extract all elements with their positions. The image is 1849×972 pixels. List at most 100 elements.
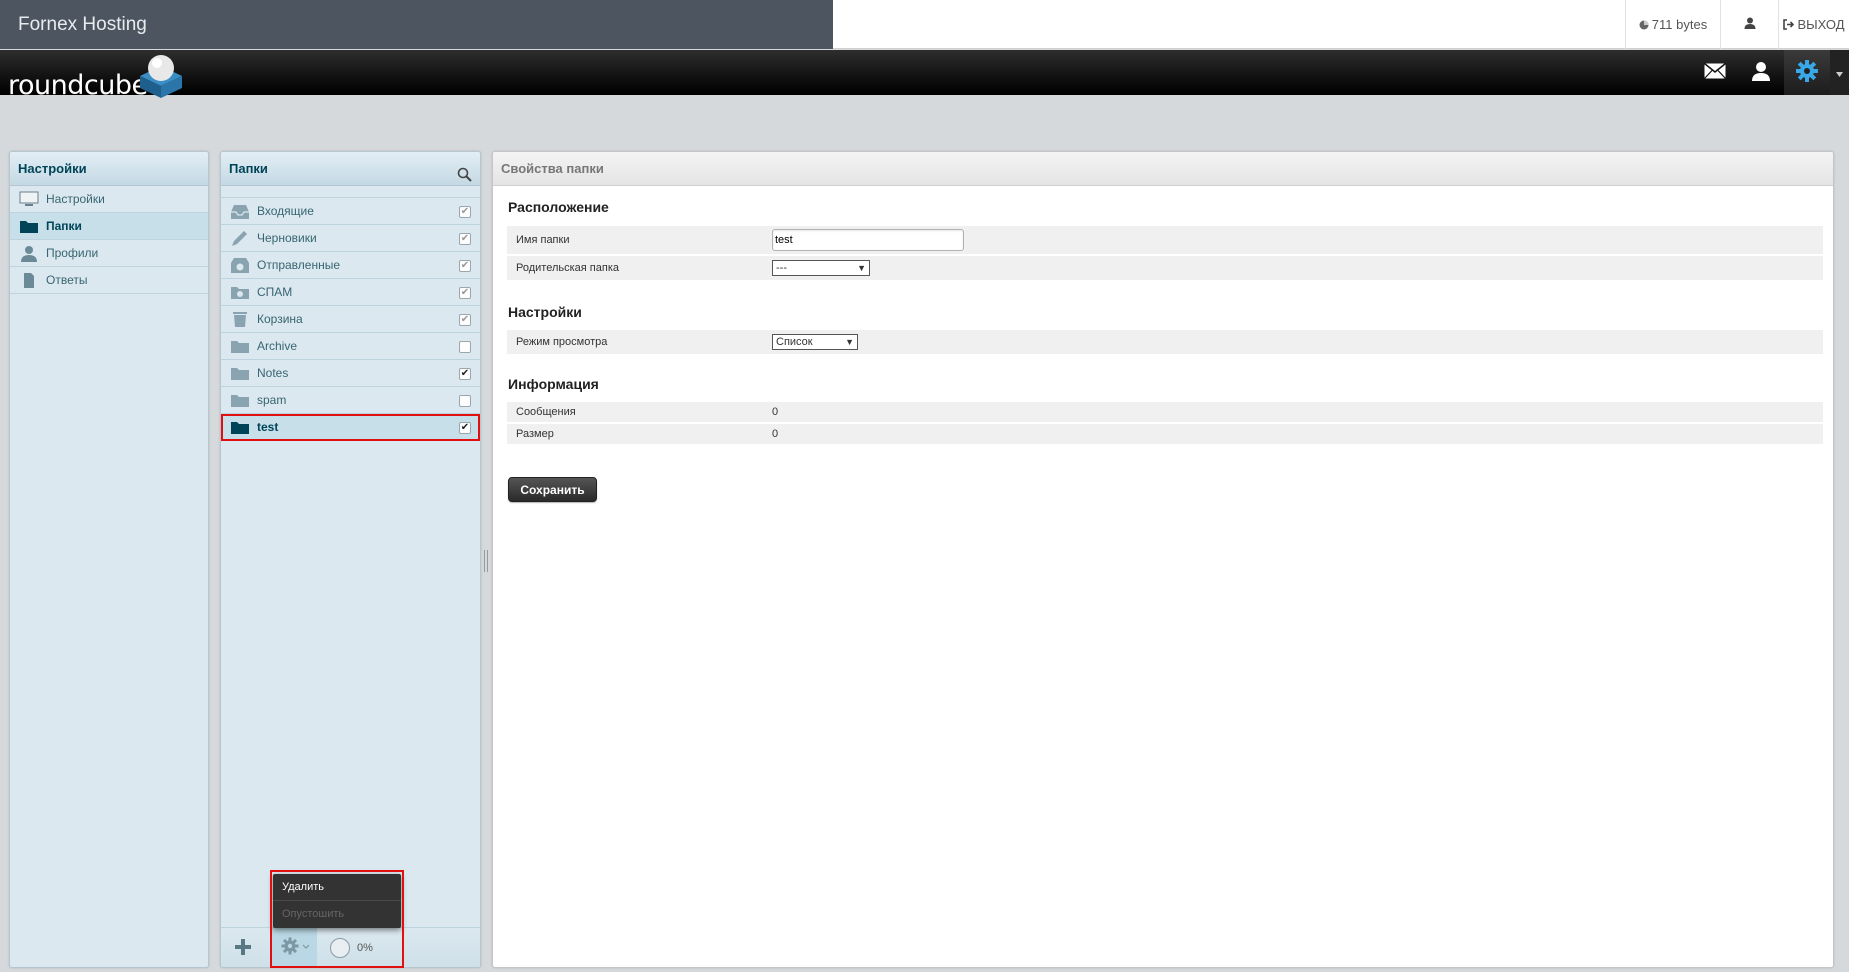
settings-button[interactable]: [1784, 50, 1830, 95]
logout-icon: [1783, 1, 1795, 50]
section-folders[interactable]: Папки: [10, 213, 208, 240]
monitor-icon: [19, 191, 39, 208]
gear-icon: [1795, 59, 1819, 86]
folder-label: test: [257, 420, 279, 434]
folder-label: Archive: [257, 339, 298, 353]
folder-row[interactable]: spam: [221, 387, 480, 414]
subscribe-checkbox: ✔: [459, 287, 471, 299]
inbox-icon: [230, 203, 250, 220]
parent-folder-select[interactable]: --- ▼: [772, 260, 870, 276]
user-icon: [1751, 61, 1771, 84]
folder-label: СПАМ: [257, 285, 293, 299]
messages-value: 0: [772, 406, 779, 418]
folder-name-input[interactable]: [772, 229, 964, 251]
roundcube-header: roundcube: [0, 50, 1849, 101]
contacts-button[interactable]: [1738, 50, 1784, 95]
trash-icon: [230, 311, 250, 328]
save-button[interactable]: Сохранить: [508, 477, 597, 502]
folder-icon: [230, 365, 250, 382]
panel-splitter[interactable]: [484, 550, 488, 572]
section-preferences[interactable]: Настройки: [10, 186, 208, 213]
messages-row: Сообщения 0: [507, 402, 1823, 422]
cube-logo-icon: [136, 50, 186, 103]
folder-row[interactable]: СПАМ ✔: [221, 279, 480, 306]
hosting-brand[interactable]: Fornex Hosting: [0, 0, 833, 49]
view-mode-value: Список: [776, 336, 813, 348]
folder-row[interactable]: Черновики ✔: [221, 225, 480, 252]
subscribe-checkbox[interactable]: ✔: [459, 368, 471, 380]
view-mode-row: Режим просмотра Список ▼: [507, 330, 1823, 354]
folder-row[interactable]: Входящие ✔: [221, 198, 480, 225]
subscribe-checkbox[interactable]: ✔: [459, 422, 471, 434]
messages-label: Сообщения: [516, 406, 576, 418]
junk-icon: [230, 284, 250, 301]
folder-name-row: Имя папки: [507, 226, 1823, 254]
folders-panel-title: Папки: [221, 152, 480, 186]
folder-row[interactable]: Notes ✔: [221, 360, 480, 387]
subscribe-checkbox: ✔: [459, 206, 471, 218]
more-menu-button[interactable]: [1830, 50, 1849, 95]
highlight-annotation: [270, 870, 404, 968]
section-label: Настройки: [46, 192, 105, 206]
view-mode-label: Режим просмотра: [516, 336, 608, 348]
search-icon[interactable]: [457, 161, 472, 195]
folder-row[interactable]: Отправленные ✔: [221, 252, 480, 279]
pencil-icon: [230, 230, 250, 247]
folder-properties-title: Свойства папки: [493, 152, 1833, 186]
add-folder-button[interactable]: [233, 937, 253, 960]
logout-button[interactable]: ВЫХОД: [1778, 0, 1849, 49]
folder-icon: [230, 419, 250, 436]
section-label: Папки: [46, 219, 82, 233]
mail-button[interactable]: [1692, 50, 1738, 95]
logout-label: ВЫХОД: [1797, 17, 1845, 32]
folders-panel: Папки Входящие ✔ Черновики ✔ Отправленны…: [220, 151, 481, 968]
settings-sections-panel: Настройки Настройки Папки Профили Ответы: [9, 151, 209, 968]
sent-icon: [230, 257, 250, 274]
folders-title-text: Папки: [229, 161, 268, 176]
folder-label: Корзина: [257, 312, 303, 326]
size-label: Размер: [516, 428, 554, 440]
person-icon: [19, 245, 39, 262]
info-section-title: Информация: [508, 376, 599, 392]
subscribe-checkbox: ✔: [459, 233, 471, 245]
logo-text: roundcube: [8, 70, 148, 101]
quota-text: 711 bytes: [1651, 17, 1708, 32]
folder-row[interactable]: Корзина ✔: [221, 306, 480, 333]
section-identities[interactable]: Профили: [10, 240, 208, 267]
section-responses[interactable]: Ответы: [10, 267, 208, 294]
subscribe-checkbox: ✔: [459, 260, 471, 272]
location-section-title: Расположение: [508, 199, 609, 215]
pie-chart-icon: [1639, 1, 1649, 50]
account-button[interactable]: [1720, 0, 1778, 49]
folder-label: Черновики: [257, 231, 317, 245]
folder-icon: [19, 218, 39, 235]
folder-label: Отправленные: [257, 258, 341, 272]
folder-list: Входящие ✔ Черновики ✔ Отправленные ✔ СП…: [221, 197, 480, 441]
subscribe-checkbox[interactable]: [459, 395, 471, 407]
folder-icon: [230, 338, 250, 355]
settings-section-title: Настройки: [508, 304, 582, 320]
size-value: 0: [772, 428, 779, 440]
folder-properties-panel: Свойства папки Расположение Имя папки Ро…: [492, 151, 1834, 968]
quota-indicator[interactable]: 711 bytes: [1625, 0, 1720, 49]
parent-folder-row: Родительская папка --- ▼: [507, 256, 1823, 280]
document-icon: [19, 272, 39, 289]
size-row: Размер 0: [507, 424, 1823, 444]
folder-label: spam: [257, 393, 287, 407]
folder-row[interactable]: Archive: [221, 333, 480, 360]
folder-label: Входящие: [257, 204, 314, 218]
subscribe-checkbox[interactable]: [459, 341, 471, 353]
settings-sections-list: Настройки Папки Профили Ответы: [10, 186, 208, 294]
envelope-icon: [1704, 62, 1726, 82]
plus-icon: [233, 939, 253, 960]
dropdown-arrow-icon: ▼: [857, 263, 866, 273]
caret-down-icon: [1836, 65, 1843, 80]
hosting-top-bar: Fornex Hosting 711 bytes ВЫХОД: [0, 0, 1849, 49]
settings-panel-title: Настройки: [10, 152, 208, 186]
folder-row-selected[interactable]: test ✔: [221, 414, 480, 441]
folder-label: Notes: [257, 366, 289, 380]
dropdown-arrow-icon: ▼: [845, 337, 854, 347]
parent-folder-value: ---: [776, 262, 787, 274]
user-icon: [1744, 17, 1756, 32]
view-mode-select[interactable]: Список ▼: [772, 334, 858, 350]
